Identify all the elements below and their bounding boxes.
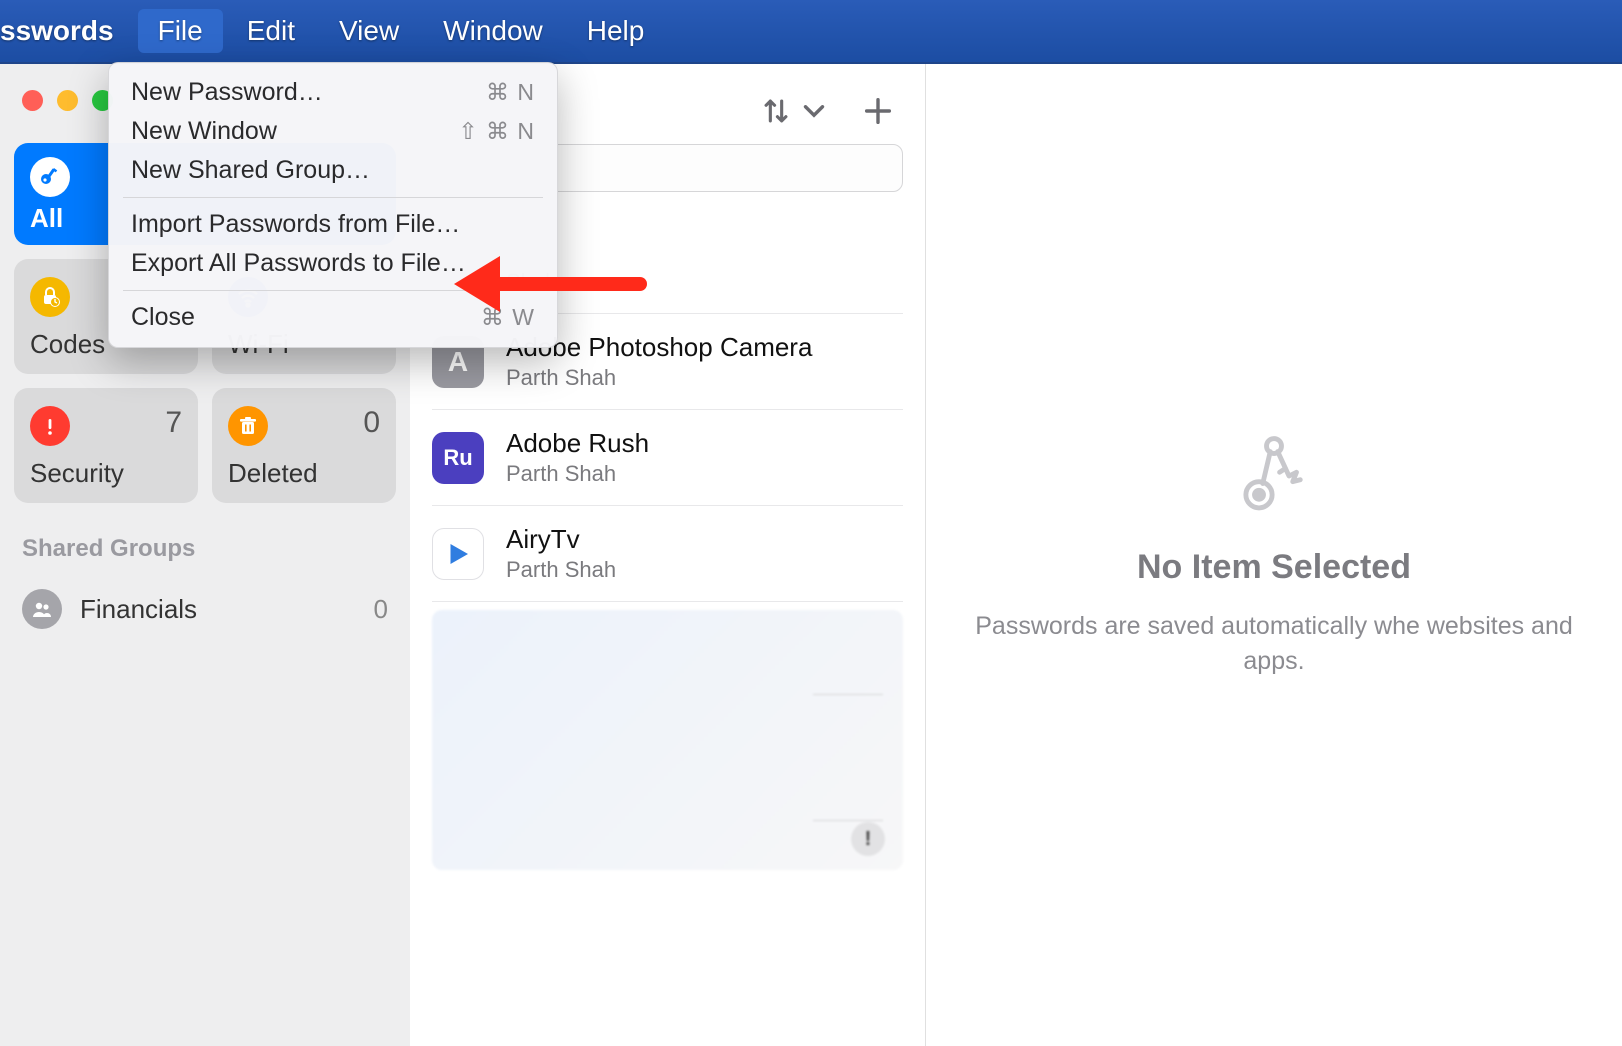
sort-button[interactable] [759,94,831,128]
shared-groups-header: Shared Groups [14,517,396,563]
menu-close[interactable]: Close ⌘ W [109,298,557,337]
detail-subtitle: Passwords are saved automatically whe we… [956,609,1592,679]
menu-item-label: Export All Passwords to File… [131,249,466,278]
menu-import-passwords[interactable]: Import Passwords from File… [109,205,557,244]
menu-item-label: New Window [131,117,277,146]
menubar-item-file[interactable]: File [138,9,223,53]
shared-group-row[interactable]: Financials 0 [14,577,396,641]
menu-new-window[interactable]: New Window ⇧ ⌘ N [109,112,557,151]
key-icon [30,157,70,197]
list-item[interactable]: Ru Adobe Rush Parth Shah [432,410,903,506]
sidebar-tile-deleted[interactable]: 0 Deleted [212,388,396,503]
menu-item-shortcut: ⌘ W [481,304,535,331]
file-menu-dropdown: New Password… ⌘ N New Window ⇧ ⌘ N New S… [108,62,558,348]
menu-item-label: New Shared Group… [131,156,370,185]
close-window-button[interactable] [22,90,43,111]
item-subtitle: Parth Shah [506,557,616,583]
trash-icon [228,406,268,446]
menubar: sswords File Edit View Window Help [0,0,1622,64]
tile-count: 7 [165,406,182,440]
menu-export-passwords[interactable]: Export All Passwords to File… [109,244,557,283]
add-button[interactable] [861,94,895,128]
menu-item-shortcut: ⌘ N [486,79,535,106]
tile-label: Security [30,458,182,489]
menu-item-label: Import Passwords from File… [131,210,460,239]
item-icon: Ru [432,432,484,484]
menu-new-password[interactable]: New Password… ⌘ N [109,73,557,112]
item-subtitle: Parth Shah [506,461,649,487]
list-item[interactable]: AiryTv Parth Shah [432,506,903,602]
detail-title: No Item Selected [1137,548,1411,587]
keys-icon [1229,431,1319,526]
group-label: Financials [80,594,197,625]
detail-pane: No Item Selected Passwords are saved aut… [926,64,1622,1046]
menubar-item-view[interactable]: View [319,9,419,53]
group-count: 0 [374,594,388,625]
alert-icon [30,406,70,446]
menu-item-shortcut: ⇧ ⌘ N [458,118,535,145]
menu-new-shared-group[interactable]: New Shared Group… [109,151,557,190]
menu-item-label: New Password… [131,78,323,107]
tile-label: Deleted [228,458,380,489]
item-title: AiryTv [506,524,616,555]
blurred-content: ! [432,610,903,870]
item-title: Adobe Rush [506,428,649,459]
menubar-app-name[interactable]: sswords [0,9,134,53]
menu-separator [123,290,543,291]
sidebar-tile-security[interactable]: 7 Security [14,388,198,503]
menubar-item-edit[interactable]: Edit [227,9,315,53]
menu-separator [123,197,543,198]
minimize-window-button[interactable] [57,90,78,111]
menubar-item-window[interactable]: Window [423,9,563,53]
menubar-item-help[interactable]: Help [567,9,665,53]
alert-badge-icon: ! [851,822,885,856]
menu-item-label: Close [131,303,195,332]
tile-count: 0 [363,406,380,440]
people-icon [22,589,62,629]
lock-clock-icon [30,277,70,317]
item-subtitle: Parth Shah [506,365,812,391]
play-icon [432,528,484,580]
